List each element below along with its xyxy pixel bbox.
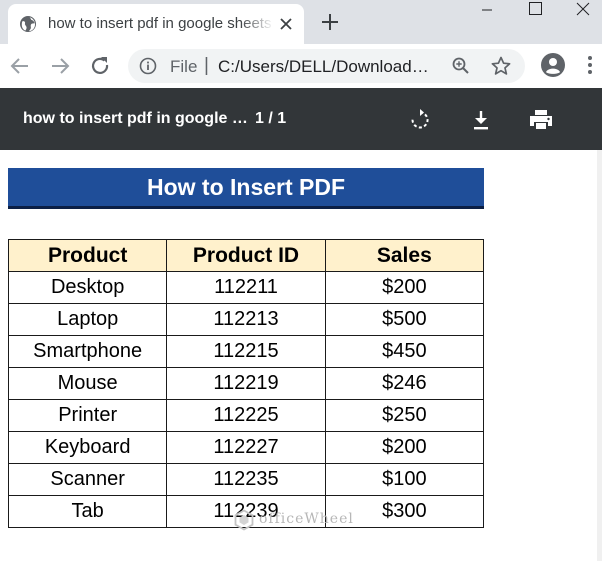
table-row: Laptop 112213 $500: [7, 303, 485, 336]
table-row: Mouse 112219 $246: [7, 367, 485, 400]
cell-sales: $200: [324, 271, 485, 304]
maximize-icon[interactable]: [512, 0, 558, 30]
document-heading: How to Insert PDF: [8, 168, 484, 209]
cell-sales: $500: [324, 303, 485, 336]
new-tab-plus-icon[interactable]: [318, 10, 342, 34]
window-close-icon[interactable]: [560, 0, 602, 30]
table-row: Keyboard 112227 $200: [7, 431, 485, 464]
cell-sales: $300: [324, 495, 485, 528]
more-menu-icon[interactable]: [583, 54, 597, 76]
cell-sales: $250: [324, 399, 485, 432]
header-product: Product: [7, 239, 168, 272]
cell-product: Smartphone: [7, 335, 168, 368]
product-table: Product Product ID Sales Desktop 112211 …: [7, 239, 485, 528]
cell-sales: $100: [324, 463, 485, 496]
table-row: Desktop 112211 $200: [7, 271, 485, 304]
zoom-in-icon[interactable]: [451, 56, 471, 76]
forward-arrow-icon[interactable]: [47, 53, 73, 79]
cell-sales: $200: [324, 431, 485, 464]
cell-product: Mouse: [7, 367, 168, 400]
cell-product: Laptop: [7, 303, 168, 336]
cell-product-id: 112211: [166, 271, 326, 304]
cell-sales: $450: [324, 335, 485, 368]
print-icon[interactable]: [528, 108, 554, 132]
pdf-title: how to insert pdf in google sheets: [23, 110, 249, 127]
cell-product-id: 112215: [166, 335, 326, 368]
page-indicator: 1 / 1: [255, 110, 287, 127]
cell-product: Desktop: [7, 271, 168, 304]
table-row: Smartphone 112215 $450: [7, 335, 485, 368]
cell-product-id: 112235: [166, 463, 326, 496]
cell-product: Keyboard: [7, 431, 168, 464]
bookmark-star-icon[interactable]: [490, 55, 512, 77]
table-header-row: Product Product ID Sales: [7, 239, 485, 272]
url-text[interactable]: C:/Users/DELL/Downloads/how to insert pd…: [218, 57, 434, 77]
vertical-scrollbar[interactable]: [597, 150, 602, 561]
rotate-icon[interactable]: [408, 108, 432, 132]
info-icon[interactable]: [139, 57, 157, 75]
minimize-icon[interactable]: [464, 0, 510, 30]
cell-sales: $246: [324, 367, 485, 400]
table-row: Tab 112239 $300: [7, 495, 485, 528]
cell-product: Tab: [7, 495, 168, 528]
url-separator: |: [204, 55, 209, 76]
cell-product: Printer: [7, 399, 168, 432]
header-product-id: Product ID: [166, 239, 326, 272]
profile-avatar-icon[interactable]: [540, 52, 566, 78]
cell-product-id: 112213: [166, 303, 326, 336]
browser-toolbar: File | C:/Users/DELL/Downloads/how to in…: [0, 44, 602, 88]
cell-product: Scanner: [7, 463, 168, 496]
cell-product-id: 112225: [166, 399, 326, 432]
globe-icon: [20, 16, 36, 32]
cell-product-id: 112239: [166, 495, 326, 528]
header-sales: Sales: [324, 239, 485, 272]
tab-strip: how to insert pdf in google sheets: [0, 0, 602, 44]
table-row: Scanner 112235 $100: [7, 463, 485, 496]
address-bar[interactable]: File | C:/Users/DELL/Downloads/how to in…: [128, 49, 525, 83]
cell-product-id: 112227: [166, 431, 326, 464]
reload-icon[interactable]: [87, 53, 113, 79]
tab-title: how to insert pdf in google sheets: [48, 15, 272, 32]
table-row: Printer 112225 $250: [7, 399, 485, 432]
browser-tab[interactable]: how to insert pdf in google sheets: [8, 4, 304, 44]
close-icon[interactable]: [278, 16, 294, 32]
pdf-page: How to Insert PDF Product Product ID Sal…: [0, 150, 602, 561]
cell-product-id: 112219: [166, 367, 326, 400]
download-icon[interactable]: [469, 108, 493, 132]
back-arrow-icon[interactable]: [7, 53, 33, 79]
url-scheme-label: File: [170, 57, 198, 76]
pdf-toolbar: how to insert pdf in google sheets 1 / 1: [0, 88, 602, 150]
